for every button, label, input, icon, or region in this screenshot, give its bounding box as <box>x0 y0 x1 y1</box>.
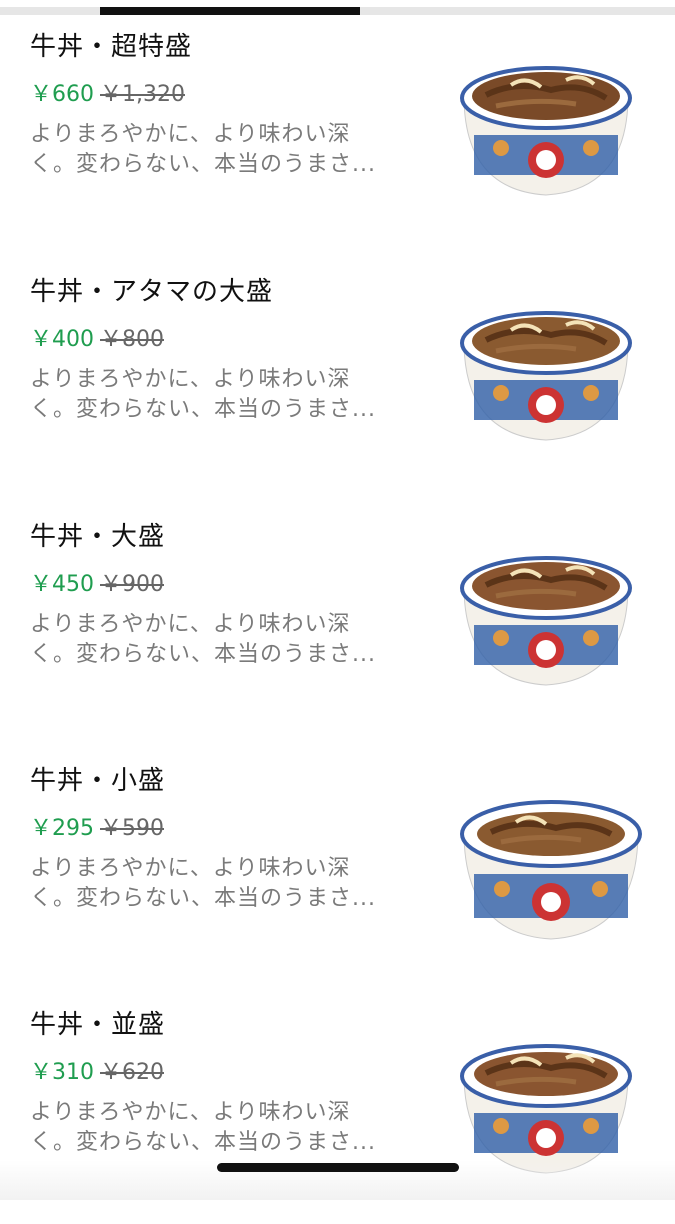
menu-item[interactable]: 牛丼・超特盛 ￥660 ￥1,320 よりまろやかに、より味わい深 く。変わらない… <box>0 26 675 246</box>
item-description-line: よりまろやかに、より味わい深 <box>30 1100 351 1125</box>
item-description: よりまろやかに、より味わい深 く。変わらない、本当のうまさ... <box>30 120 410 180</box>
item-price: ￥450 <box>30 572 94 597</box>
menu-item[interactable]: 牛丼・アタマの大盛 ￥400 ￥800 よりまろやかに、より味わい深 く。変わらな… <box>0 271 675 491</box>
gyudon-bowl-image[interactable] <box>456 1018 636 1182</box>
item-original-price: ￥590 <box>100 816 164 841</box>
item-title: 牛丼・大盛 <box>30 522 166 552</box>
item-original-price: ￥900 <box>100 572 164 597</box>
item-description-line: く。変わらない、本当のうまさ... <box>30 397 376 422</box>
item-prices: ￥310 ￥620 <box>30 1054 164 1086</box>
item-description-line: よりまろやかに、より味わい深 <box>30 122 351 147</box>
item-description-line: よりまろやかに、より味わい深 <box>30 856 351 881</box>
item-description-line: く。変わらない、本当のうまさ... <box>30 642 376 667</box>
item-prices: ￥295 ￥590 <box>30 810 164 842</box>
item-description: よりまろやかに、より味わい深 く。変わらない、本当のうまさ... <box>30 365 410 425</box>
home-indicator[interactable] <box>217 1163 459 1172</box>
item-description-line: よりまろやかに、より味わい深 <box>30 367 351 392</box>
scroll-indicator[interactable] <box>0 7 675 15</box>
item-title: 牛丼・並盛 <box>30 1010 166 1040</box>
menu-item[interactable]: 牛丼・大盛 ￥450 ￥900 よりまろやかに、より味わい深 く。変わらない、本当… <box>0 516 675 736</box>
gyudon-bowl-image[interactable] <box>456 530 636 694</box>
gyudon-bowl-image[interactable] <box>456 40 636 204</box>
item-description-line: く。変わらない、本当のうまさ... <box>30 886 376 911</box>
menu-item[interactable]: 牛丼・小盛 ￥295 ￥590 よりまろやかに、より味わい深 く。変わらない、本当… <box>0 760 675 980</box>
item-description-line: く。変わらない、本当のうまさ... <box>30 152 376 177</box>
scroll-thumb[interactable] <box>100 7 360 15</box>
item-prices: ￥450 ￥900 <box>30 566 164 598</box>
item-title: 牛丼・小盛 <box>30 766 166 796</box>
item-prices: ￥660 ￥1,320 <box>30 76 185 108</box>
item-description: よりまろやかに、より味わい深 く。変わらない、本当のうまさ... <box>30 854 410 914</box>
item-description-line: よりまろやかに、より味わい深 <box>30 612 351 637</box>
item-title: 牛丼・アタマの大盛 <box>30 277 274 307</box>
item-original-price: ￥1,320 <box>100 82 185 107</box>
item-description-line: く。変わらない、本当のうまさ... <box>30 1130 376 1155</box>
item-title: 牛丼・超特盛 <box>30 32 193 62</box>
item-price: ￥310 <box>30 1060 94 1085</box>
gyudon-bowl-image[interactable] <box>456 285 636 449</box>
item-prices: ￥400 ￥800 <box>30 321 164 353</box>
item-original-price: ￥800 <box>100 327 164 352</box>
gyudon-bowl-image[interactable] <box>456 774 646 948</box>
item-price: ￥295 <box>30 816 94 841</box>
item-price: ￥400 <box>30 327 94 352</box>
item-original-price: ￥620 <box>100 1060 164 1085</box>
item-description: よりまろやかに、より味わい深 く。変わらない、本当のうまさ... <box>30 610 410 670</box>
item-price: ￥660 <box>30 82 94 107</box>
item-description: よりまろやかに、より味わい深 く。変わらない、本当のうまさ... <box>30 1098 410 1158</box>
